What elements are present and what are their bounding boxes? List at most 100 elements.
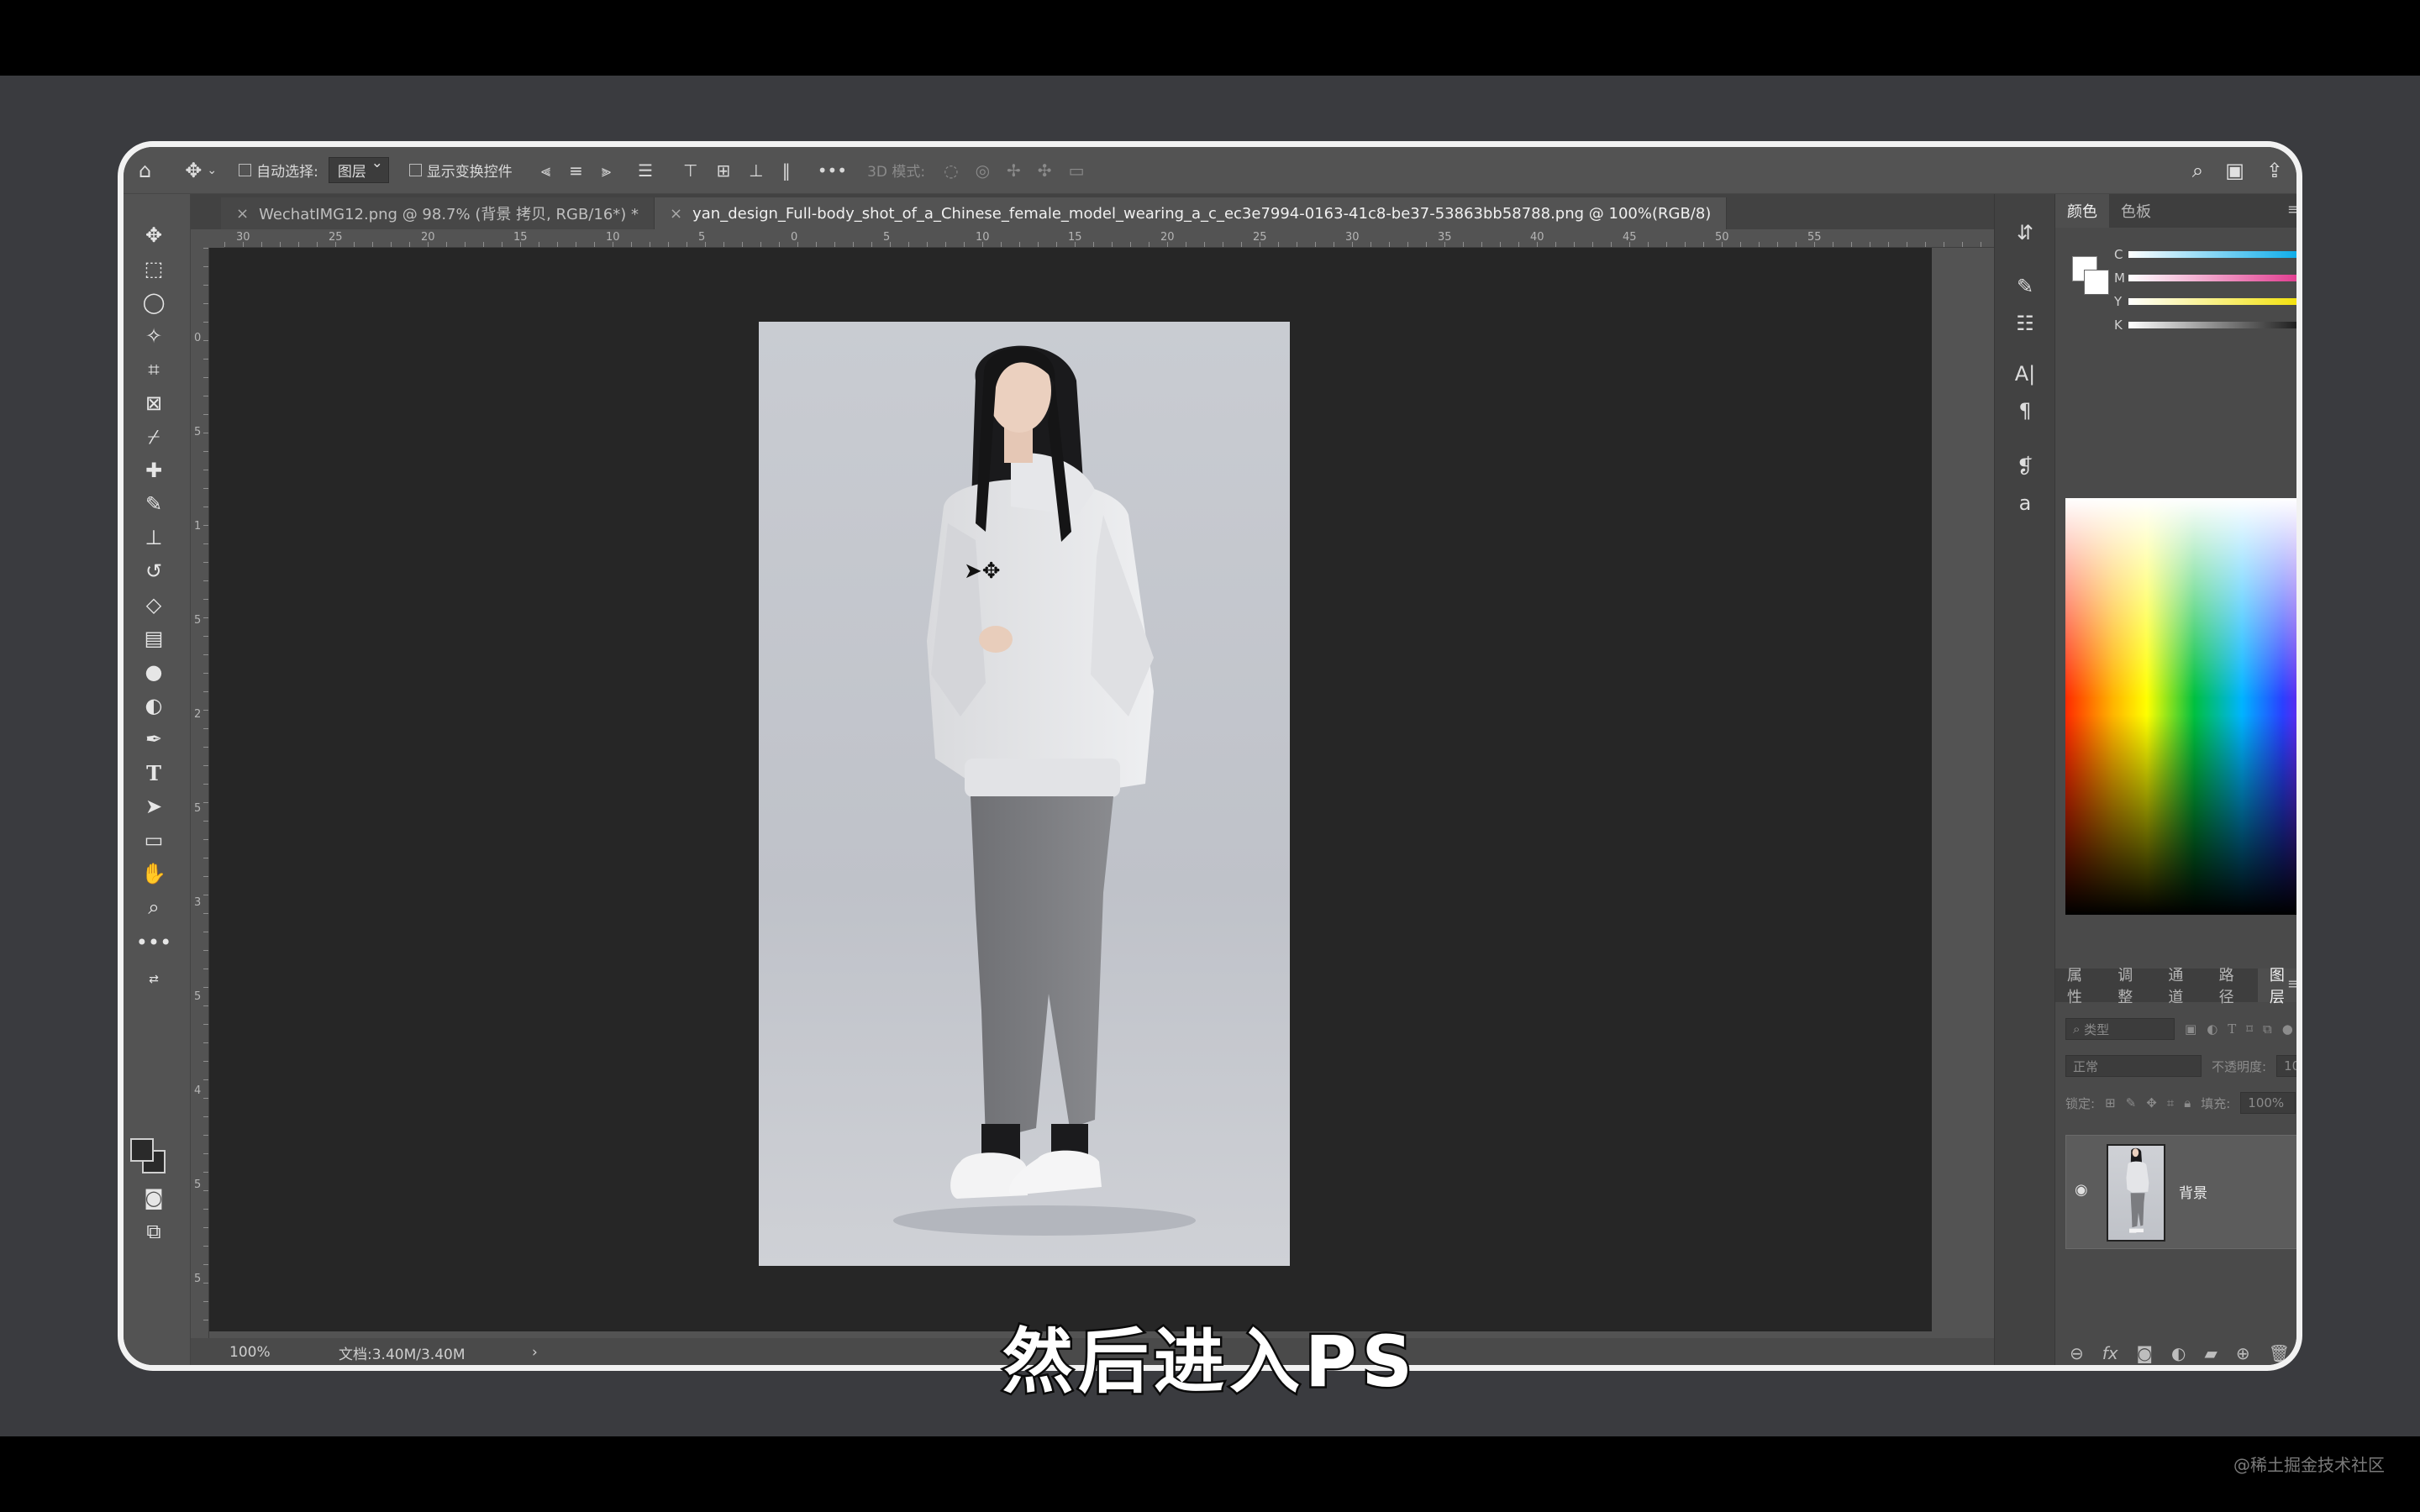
3d-slide-icon[interactable]: ✣ — [1038, 160, 1052, 181]
tab-properties[interactable]: 属性 — [2055, 967, 2106, 1006]
character-panel-icon[interactable]: A| — [2007, 359, 2044, 389]
workspace-icon[interactable]: ▣ — [2225, 159, 2244, 182]
panel-menu-icon[interactable]: ≡ — [2287, 201, 2296, 218]
home-icon: ⌂ — [139, 158, 152, 182]
channel-c[interactable]: C 0 % — [2114, 244, 2296, 265]
lock-all-icon[interactable]: 🔒︎ — [2184, 1095, 2191, 1110]
align-middle-icon[interactable]: ⊞ — [717, 160, 731, 181]
3d-camera-icon[interactable]: ▭ — [1069, 160, 1085, 181]
auto-select-dropdown[interactable]: 图层 — [328, 155, 389, 183]
tab-adjustments[interactable]: 调整 — [2106, 967, 2156, 1006]
align-left-icon[interactable]: ⫷ — [541, 160, 550, 181]
paragraph-styles-icon[interactable]: ❡ — [2007, 451, 2044, 481]
m-slider[interactable] — [2128, 275, 2296, 281]
crop-tool-icon[interactable]: ⌗ — [135, 355, 172, 384]
rectangle-tool-icon[interactable]: ▭ — [135, 826, 172, 854]
filter-toggle-icon[interactable]: ● — [2282, 1021, 2293, 1037]
type-tool-icon[interactable]: T — [135, 759, 172, 787]
bg-color-chip[interactable] — [2084, 270, 2109, 295]
brush-settings-icon[interactable]: ✎ — [2007, 271, 2044, 302]
home-button[interactable]: ⌂ — [139, 159, 151, 182]
pen-tool-icon[interactable]: ✒ — [135, 725, 172, 753]
history-panel-icon[interactable]: ⇵ — [2007, 218, 2044, 248]
foreground-color-swatch[interactable] — [130, 1138, 154, 1162]
tab-yan-design[interactable]: × yan_design_Full-body_shot_of_a_Chinese… — [655, 197, 1728, 229]
blur-tool-icon[interactable]: ● — [135, 658, 172, 686]
lock-transparent-icon[interactable]: ⊞ — [2105, 1095, 2116, 1110]
close-icon[interactable]: × — [236, 205, 249, 223]
dodge-tool-icon[interactable]: ◐ — [135, 691, 172, 720]
share-icon[interactable]: ⇪ — [2266, 159, 2283, 182]
c-slider[interactable] — [2128, 251, 2296, 258]
fill-field[interactable]: 100% — [2240, 1092, 2296, 1114]
search-icon[interactable]: ⌕ — [2192, 159, 2203, 182]
marquee-tool-icon[interactable]: ⬚ — [135, 255, 172, 283]
panel-menu-icon[interactable]: ≡ — [2287, 975, 2296, 993]
filter-shape-icon[interactable]: ⌑ — [2246, 1021, 2253, 1037]
tab-wechatimg12[interactable]: × WechatIMG12.png @ 98.7% (背景 拷贝, RGB/16… — [221, 197, 655, 229]
color-spectrum[interactable] — [2065, 498, 2296, 915]
layer-row-background[interactable]: ◉ 背景 🔒︎ — [2065, 1135, 2296, 1249]
distribute-h-icon[interactable]: ☰ — [638, 160, 653, 181]
healing-brush-icon[interactable]: ✚ — [135, 456, 172, 485]
blend-mode-dropdown[interactable]: 正常 — [2065, 1055, 2202, 1077]
show-transform-checkbox[interactable]: 显示变换控件 — [408, 160, 513, 181]
tab-channels[interactable]: 通道 — [2156, 967, 2207, 1006]
lock-artboard-icon[interactable]: ⌗ — [2167, 1095, 2174, 1110]
align-top-icon[interactable]: ⊤ — [683, 160, 697, 181]
distribute-v-icon[interactable]: ‖ — [782, 160, 791, 181]
gradient-tool-icon[interactable]: ▤ — [135, 624, 172, 653]
swap-colors-icon[interactable]: ⇄ — [135, 965, 172, 994]
stamp-tool-icon[interactable]: ⊥ — [135, 523, 172, 552]
frame-tool-icon[interactable]: ⊠ — [135, 389, 172, 417]
align-right-icon[interactable]: ⫸ — [602, 160, 611, 181]
eyedropper-icon[interactable]: ⌿ — [135, 423, 172, 451]
quick-mask-icon[interactable]: ◙ — [135, 1184, 172, 1212]
video-subtitle: 然后进入PS — [1000, 1319, 1418, 1405]
brush-tool-icon[interactable]: ✎ — [135, 490, 172, 518]
channel-y[interactable]: Y 0 % — [2114, 291, 2296, 312]
move-tool-icon[interactable]: ✥ — [135, 221, 172, 249]
screen-mode-icon[interactable]: ⧉ — [135, 1217, 172, 1246]
filter-type-icon[interactable]: T — [2228, 1021, 2236, 1037]
magic-wand-icon[interactable]: ✧ — [135, 322, 172, 350]
history-brush-icon[interactable]: ↺ — [135, 557, 172, 585]
zoom-tool-icon[interactable]: ⌕ — [135, 893, 172, 921]
lock-position-icon[interactable]: ✥ — [2146, 1095, 2157, 1110]
path-select-icon[interactable]: ➤ — [135, 792, 172, 821]
tab-swatches[interactable]: 色板 — [2109, 194, 2163, 228]
3d-orbit-icon[interactable]: ◌ — [944, 160, 958, 181]
adjustments-icon[interactable]: ☷ — [2007, 308, 2044, 339]
eraser-tool-icon[interactable]: ◇ — [135, 591, 172, 619]
hand-tool-icon[interactable]: ✋ — [135, 859, 172, 888]
auto-select-checkbox[interactable]: 自动选择: — [239, 160, 318, 181]
eye-icon[interactable]: ◉ — [2075, 1181, 2088, 1199]
channel-m[interactable]: M 0 % — [2114, 268, 2296, 288]
filter-smart-icon[interactable]: ⧉ — [2263, 1021, 2272, 1037]
ruler-h-label: 0 — [791, 231, 798, 244]
close-icon[interactable]: × — [670, 205, 682, 223]
edit-toolbar-icon[interactable]: ••• — [135, 928, 172, 957]
opacity-field[interactable]: 100% — [2276, 1055, 2296, 1077]
layer-kind-filter[interactable]: ⌕ 类型 — [2065, 1018, 2175, 1040]
3d-pan-icon[interactable]: ✢ — [1007, 160, 1021, 181]
y-slider[interactable] — [2128, 298, 2296, 305]
model-photo[interactable] — [759, 322, 1290, 1266]
k-slider[interactable] — [2128, 322, 2296, 328]
channel-k[interactable]: K 0 % — [2114, 315, 2296, 335]
align-center-h-icon[interactable]: ≡ — [569, 160, 583, 181]
lock-pixels-icon[interactable]: ✎ — [2126, 1095, 2137, 1110]
layer-name[interactable]: 背景 — [2179, 1181, 2207, 1202]
paragraph-panel-icon[interactable]: ¶ — [2007, 396, 2044, 426]
more-options-icon[interactable]: ••• — [818, 160, 847, 181]
tab-paths[interactable]: 路径 — [2207, 967, 2258, 1006]
lasso-tool-icon[interactable]: ◯ — [135, 288, 172, 317]
filter-adjustment-icon[interactable]: ◐ — [2207, 1021, 2217, 1037]
align-bottom-icon[interactable]: ⊥ — [749, 160, 763, 181]
tab-color[interactable]: 颜色 — [2055, 194, 2109, 228]
move-tool-preset[interactable]: ✥ ⌄ — [185, 159, 217, 182]
character-styles-icon[interactable]: a — [2007, 488, 2044, 518]
3d-roll-icon[interactable]: ◎ — [976, 160, 990, 181]
filter-pixel-icon[interactable]: ▣ — [2185, 1021, 2196, 1037]
ruler-v-label: 5 — [194, 802, 202, 815]
